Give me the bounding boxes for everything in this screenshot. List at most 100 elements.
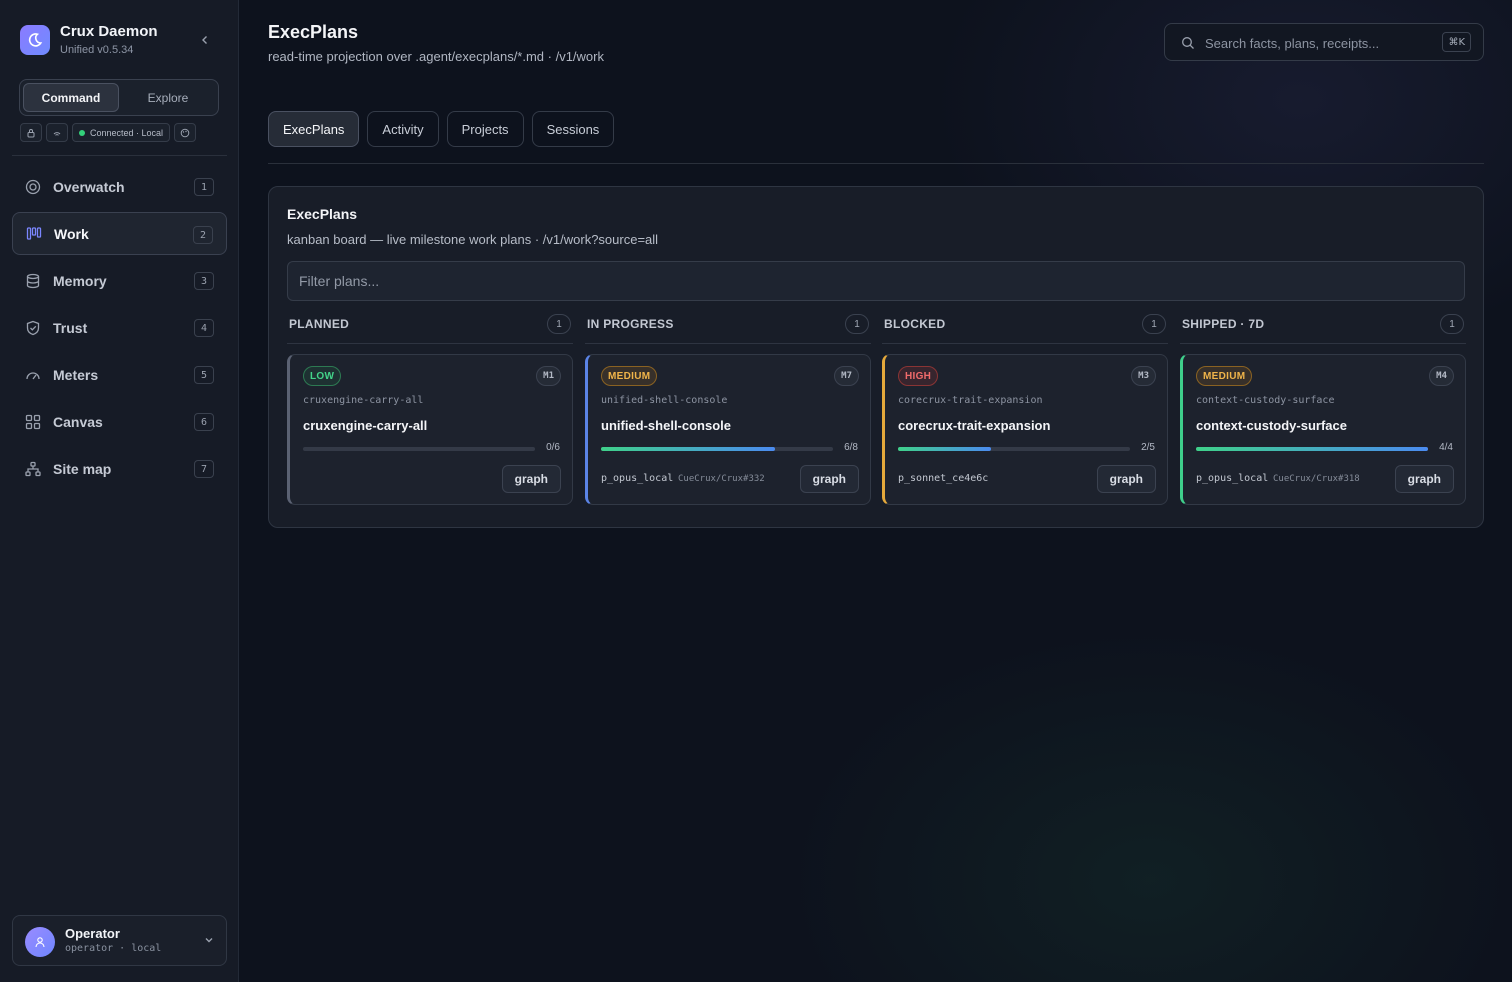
moon-logo-icon (20, 25, 50, 55)
sidebar-item-label: Canvas (53, 413, 103, 430)
sidebar-item-site-map[interactable]: Site map 7 (12, 447, 227, 490)
tab-activity[interactable]: Activity (367, 111, 439, 147)
user-icon (35, 937, 45, 948)
sidebar-item-label: Trust (53, 319, 88, 336)
kanban-column-in-progress: IN PROGRESS 1 MEDIUM M7 unified-shell-co… (585, 314, 871, 505)
sitemap-icon (25, 461, 41, 477)
sidebar-item-label: Site map (53, 460, 112, 477)
column-count: 1 (547, 314, 571, 334)
connection-label: Connected · Local (90, 127, 164, 138)
plan-name: cruxengine-carry-all (303, 418, 428, 433)
shortcut-badge: 2 (193, 226, 213, 244)
search-input[interactable] (1205, 32, 1435, 54)
progress-fill (1196, 447, 1428, 451)
issue-ref: CueCrux/Crux#318 (1273, 474, 1360, 484)
chevron-down-icon (205, 938, 213, 943)
progress-label: 4/4 (1439, 442, 1453, 453)
tabs-divider (268, 163, 1484, 164)
issue-ref: CueCrux/Crux#332 (678, 474, 765, 484)
milestone-badge: M4 (1429, 366, 1454, 386)
milestone-badge: M3 (1131, 366, 1156, 386)
graph-button[interactable]: graph (501, 465, 561, 493)
sidebar-item-label: Overwatch (53, 178, 125, 195)
column-header: SHIPPED · 7D 1 (1180, 314, 1466, 344)
plan-card[interactable]: MEDIUM M4 context-custody-surface contex… (1180, 354, 1466, 505)
sidebar-item-overwatch[interactable]: Overwatch 1 (12, 165, 227, 208)
signal-button[interactable] (46, 123, 68, 142)
column-count: 1 (1440, 314, 1464, 334)
main-content: ExecPlans read-time projection over .age… (240, 0, 1512, 982)
sidebar-item-label: Memory (53, 272, 107, 289)
tab-execplans[interactable]: ExecPlans (268, 111, 360, 147)
page-title: ExecPlans (268, 22, 359, 42)
tab-projects[interactable]: Projects (446, 111, 524, 147)
shortcut-badge: 4 (194, 319, 214, 337)
plan-name: context-custody-surface (1196, 418, 1347, 433)
kanban-column-shipped: SHIPPED · 7D 1 MEDIUM M4 context-custody… (1180, 314, 1466, 505)
column-header: PLANNED 1 (287, 314, 573, 344)
user-name: Operator (65, 926, 120, 941)
column-title: BLOCKED (884, 317, 946, 331)
sidebar-nav: Overwatch 1 Work 2 Memory 3 Trust 4 Mete… (12, 165, 227, 494)
graph-button[interactable]: graph (799, 465, 859, 493)
progress-fill (601, 447, 775, 451)
connection-status[interactable]: Connected · Local (72, 123, 171, 142)
lock-button[interactable] (20, 123, 42, 142)
shortcut-badge: 3 (194, 272, 214, 290)
progress-label: 0/6 (546, 442, 560, 453)
progress-bar (601, 447, 833, 451)
plan-card[interactable]: LOW M1 cruxengine-carry-all cruxengine-c… (287, 354, 573, 505)
mode-switch: Command Explore (19, 79, 219, 116)
sidebar-item-work[interactable]: Work 2 (12, 212, 227, 255)
sidebar-item-memory[interactable]: Memory 3 (12, 259, 227, 302)
progress-label: 2/5 (1141, 442, 1155, 453)
column-title: IN PROGRESS (587, 317, 674, 331)
progress-fill (898, 447, 991, 451)
sidebar: Crux Daemon Unified v0.5.34 Command Expl… (0, 0, 239, 982)
plan-card[interactable]: HIGH M3 corecrux-trait-expansion corecru… (882, 354, 1168, 505)
mode-explore-button[interactable]: Explore (120, 83, 216, 112)
palette-button[interactable] (174, 123, 197, 142)
graph-button[interactable]: graph (1096, 465, 1156, 493)
agent-id: p_opus_local (601, 473, 674, 484)
shortcut-badge: 6 (194, 413, 214, 431)
graph-button[interactable]: graph (1394, 465, 1454, 493)
global-search: ⌘K (1164, 23, 1484, 61)
plan-slug: cruxengine-carry-all (303, 395, 424, 406)
progress-bar (898, 447, 1130, 451)
sidebar-divider (12, 155, 227, 156)
user-menu[interactable]: Operator operator · local (12, 915, 227, 966)
mode-command-button[interactable]: Command (23, 83, 119, 112)
progress-label: 6/8 (844, 442, 858, 453)
plan-slug: corecrux-trait-expansion (898, 395, 1043, 406)
milestone-badge: M1 (536, 366, 561, 386)
sidebar-item-label: Work (54, 225, 89, 242)
status-row: Connected · Local (20, 123, 197, 142)
shortcut-badge: 7 (194, 460, 214, 478)
sidebar-item-meters[interactable]: Meters 5 (12, 353, 227, 396)
column-header: IN PROGRESS 1 (585, 314, 871, 344)
progress-bar (1196, 447, 1428, 451)
column-header: BLOCKED 1 (882, 314, 1168, 344)
status-dot (79, 129, 85, 136)
tab-bar: ExecPlans Activity Projects Sessions (268, 111, 615, 147)
column-title: PLANNED (289, 317, 350, 331)
shortcut-badge: 5 (194, 366, 214, 384)
priority-badge: MEDIUM (601, 366, 658, 386)
sidebar-item-trust[interactable]: Trust 4 (12, 306, 227, 349)
panel-title: ExecPlans (287, 206, 358, 222)
panel-subtitle: kanban board — live milestone work plans… (287, 232, 659, 247)
user-subtitle: operator · local (65, 943, 162, 954)
plan-card[interactable]: MEDIUM M7 unified-shell-console unified-… (585, 354, 871, 505)
grid-icon (25, 414, 41, 430)
filter-plans-input[interactable] (287, 261, 1465, 301)
column-count: 1 (1142, 314, 1166, 334)
sidebar-item-canvas[interactable]: Canvas 6 (12, 400, 227, 443)
collapse-sidebar-button[interactable] (196, 31, 214, 49)
signal-icon (53, 131, 61, 136)
avatar (25, 927, 55, 957)
agent-id: p_opus_local (1196, 473, 1269, 484)
kanban-column-planned: PLANNED 1 LOW M1 cruxengine-carry-all cr… (287, 314, 573, 505)
plan-name: unified-shell-console (601, 418, 732, 433)
tab-sessions[interactable]: Sessions (531, 111, 615, 147)
